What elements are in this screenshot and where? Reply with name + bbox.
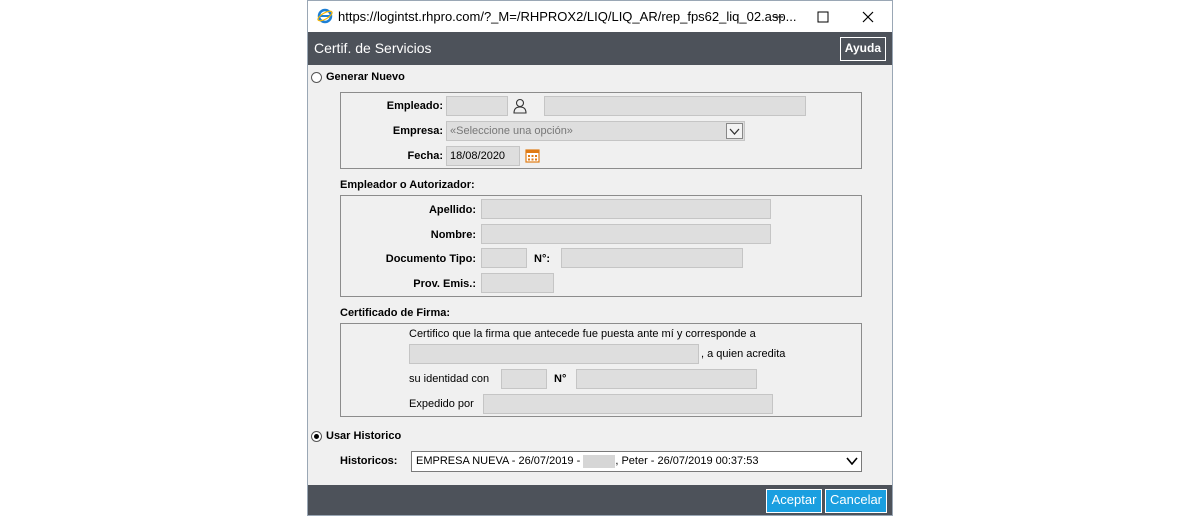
empresa-label: Empresa: [392,125,443,137]
documento-tipo-label: Documento Tipo: [385,253,476,265]
employee-box: Empleado: Empresa: «Seleccione una opció… [340,92,862,169]
prov-emis-input[interactable] [481,273,554,293]
apellido-input[interactable] [481,199,771,219]
fecha-input[interactable]: 18/08/2020 [446,146,520,166]
firma-doc-tipo-input[interactable] [501,369,547,389]
documento-nro-label: N°: [534,253,551,265]
empresa-dropdown-arrow[interactable] [726,123,743,139]
prov-emis-label: Prov. Emis.: [413,278,476,290]
generar-nuevo-radio[interactable] [311,71,322,83]
close-button[interactable] [846,4,890,30]
accept-button[interactable]: Aceptar [766,489,822,513]
historicos-value-part2: , Peter - 26/07/2019 00:37:53 [615,455,759,467]
generar-nuevo-label: Generar Nuevo [326,71,405,83]
firma-text-line1: Certifico que la firma que antecede fue … [409,328,756,340]
firma-expedido-input[interactable] [483,394,773,414]
internet-explorer-icon [317,8,333,24]
firma-box: Certifico que la firma que antecede fue … [340,323,862,417]
usar-historico-radio[interactable] [311,430,322,442]
close-icon [862,11,874,23]
employee-search-icon[interactable] [512,98,528,114]
firma-text-line3: su identidad con [409,373,490,385]
firma-name-input[interactable] [409,344,699,364]
calendar-icon[interactable] [525,148,540,163]
firma-section-title: Certificado de Firma: [340,307,451,319]
maximize-icon [817,11,829,23]
empleado-code-input[interactable] [446,96,508,116]
firma-text-line2: , a quien acredita [701,348,786,360]
empleado-label: Empleado: [386,100,443,112]
generar-nuevo-option[interactable]: Generar Nuevo [311,71,405,83]
apellido-label: Apellido: [428,204,476,216]
empleador-section-title: Empleador o Autorizador: [340,179,475,191]
nombre-input[interactable] [481,224,771,244]
historicos-select[interactable]: EMPRESA NUEVA - 26/07/2019 - , Peter - 2… [411,451,862,472]
firma-nro-input[interactable] [576,369,757,389]
empresa-select[interactable]: «Seleccione una opción» [446,121,745,141]
documento-nro-input[interactable] [561,248,743,268]
chevron-down-icon[interactable] [846,457,858,465]
redacted-block [583,454,616,468]
firma-text-line4: Expedido por [409,398,474,410]
empleado-name-input[interactable] [544,96,806,116]
minimize-icon [773,16,783,18]
window-url: https://logintst.rhpro.com/?_M=/RHPROX2/… [338,9,797,24]
historicos-label: Historicos: [340,455,398,467]
dialog-header: Certif. de Servicios Ayuda [308,32,892,65]
historicos-value-part1: EMPRESA NUEVA - 26/07/2019 - [416,455,581,467]
browser-titlebar: https://logintst.rhpro.com/?_M=/RHPROX2/… [308,1,892,32]
dialog-footer: Aceptar Cancelar [308,485,892,515]
help-button[interactable]: Ayuda [839,37,886,61]
cancel-button[interactable]: Cancelar [825,489,887,513]
nombre-label: Nombre: [430,229,476,241]
dialog-title: Certif. de Servicios [314,40,432,56]
chevron-down-icon [729,128,740,135]
empleador-box: Apellido: Nombre: Documento Tipo: N°: Pr… [340,195,862,297]
dialog-window: https://logintst.rhpro.com/?_M=/RHPROX2/… [307,0,893,516]
fecha-label: Fecha: [407,150,443,162]
firma-nro-label: N° [554,373,567,385]
maximize-button[interactable] [801,4,845,30]
empresa-select-value: «Seleccione una opción» [450,125,573,137]
minimize-button[interactable] [756,4,800,30]
documento-tipo-input[interactable] [481,248,527,268]
usar-historico-label: Usar Historico [326,430,402,442]
usar-historico-option[interactable]: Usar Historico [311,430,401,442]
